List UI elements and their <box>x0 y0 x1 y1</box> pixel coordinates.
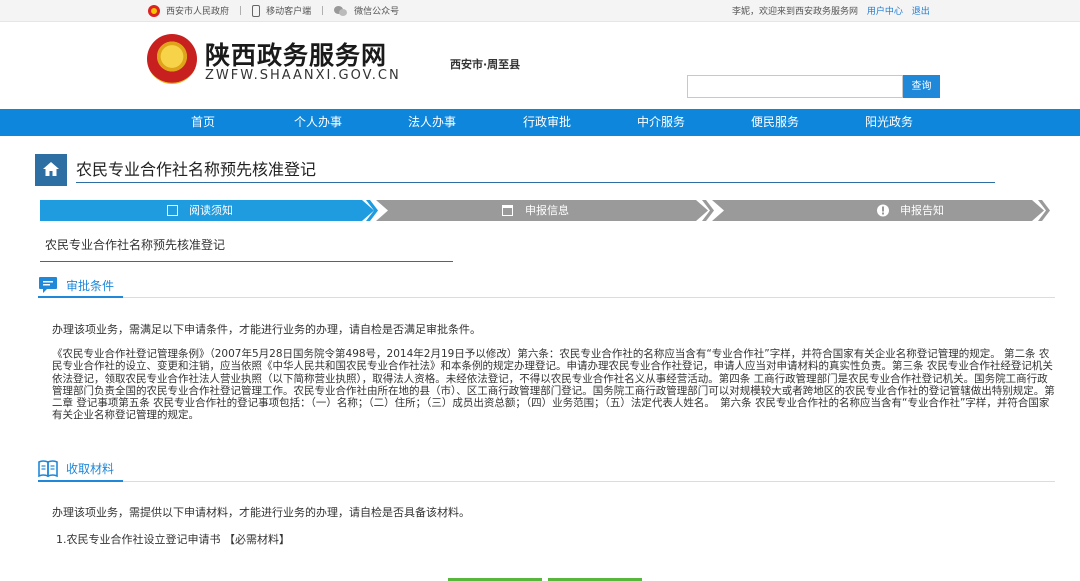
item-subtitle: 农民专业合作社名称预先核准登记 <box>45 238 226 252</box>
national-emblem-logo[interactable] <box>147 34 197 84</box>
nav-sunshine-gov[interactable]: 阳光政务 <box>865 109 913 136</box>
search-input[interactable] <box>687 75 903 98</box>
mobile-client-link[interactable]: 移动客户端 <box>266 4 311 17</box>
section-divider <box>38 481 1055 482</box>
home-icon <box>35 154 67 186</box>
top-links: 西安市人民政府 | 移动客户端 | 微信公众号 <box>148 4 399 17</box>
step-arrow-shape <box>712 200 1050 221</box>
step-label: 阅读须知 <box>189 204 233 217</box>
section-title: 审批条件 <box>66 278 115 293</box>
step-progress: 阅读须知 申报信息 申报告知 <box>40 200 1050 221</box>
title-divider <box>76 182 995 183</box>
conditions-intro: 办理该项业务，需满足以下申请条件，才能进行业务的办理，请自检是否满足审批条件。 <box>52 323 481 336</box>
section-materials-header: 收取材料 <box>38 457 114 479</box>
section-underline <box>38 480 123 482</box>
document-icon <box>167 205 178 216</box>
nav-legal-person[interactable]: 法人办事 <box>408 109 456 136</box>
material-item[interactable]: 1.农民专业合作社设立登记申请书 【必需材料】 <box>56 531 290 547</box>
chat-bubble-icon <box>39 277 57 293</box>
search-button[interactable]: 查询 <box>903 75 940 98</box>
wechat-icon <box>334 5 348 16</box>
nav-convenience[interactable]: 便民服务 <box>751 109 799 136</box>
nav-intermediary[interactable]: 中介服务 <box>637 109 685 136</box>
wechat-link[interactable]: 微信公众号 <box>354 4 399 17</box>
subtitle-divider <box>40 261 453 262</box>
page-title: 农民专业合作社名称预先核准登记 <box>76 160 317 179</box>
logout-link[interactable]: 退出 <box>912 7 930 17</box>
section-title: 收取材料 <box>66 461 115 476</box>
user-center-link[interactable]: 用户中心 <box>867 7 903 17</box>
section-underline <box>38 296 123 298</box>
region-selector[interactable]: 西安市·周至县 <box>450 56 520 72</box>
emblem-icon <box>148 4 160 17</box>
user-area: 李妮，欢迎来到西安政务服务网 用户中心 退出 <box>732 4 930 17</box>
section-conditions-header: 审批条件 <box>38 274 114 296</box>
section-divider <box>38 297 1055 298</box>
step-label: 申报告知 <box>900 204 944 217</box>
step-label: 申报信息 <box>525 204 569 217</box>
main-nav: 首页 个人办事 法人办事 行政审批 中介服务 便民服务 阳光政务 <box>0 109 1080 136</box>
nav-admin-approval[interactable]: 行政审批 <box>523 109 571 136</box>
gov-link[interactable]: 西安市人民政府 <box>166 4 229 17</box>
step-read-notice[interactable]: 阅读须知 <box>40 200 378 221</box>
nav-personal[interactable]: 个人办事 <box>294 109 342 136</box>
separator: | <box>321 5 325 16</box>
welcome-text: 李妮，欢迎来到西安政务服务网 <box>732 7 859 17</box>
site-domain: ZWFW.SHAANXI.GOV.CN <box>205 68 401 83</box>
materials-intro: 办理该项业务，需提供以下申请材料，才能进行业务的办理，请自检是否具备该材料。 <box>52 506 470 519</box>
open-book-icon <box>38 460 58 477</box>
step-apply-info[interactable]: 申报信息 <box>376 200 714 221</box>
nav-home[interactable]: 首页 <box>191 109 215 136</box>
site-title[interactable]: 陕西政务服务网 <box>205 36 387 72</box>
conditions-body: 《农民专业合作社登记管理条例》（2007年5月28日国务院令第498号，2014… <box>52 348 1055 422</box>
phone-icon <box>252 4 261 17</box>
form-icon <box>502 205 513 216</box>
top-bar: 西安市人民政府 | 移动客户端 | 微信公众号 李妮，欢迎来到西安政务服务网 用… <box>0 0 1080 22</box>
separator: | <box>239 5 243 16</box>
step-apply-notice[interactable]: 申报告知 <box>712 200 1050 221</box>
